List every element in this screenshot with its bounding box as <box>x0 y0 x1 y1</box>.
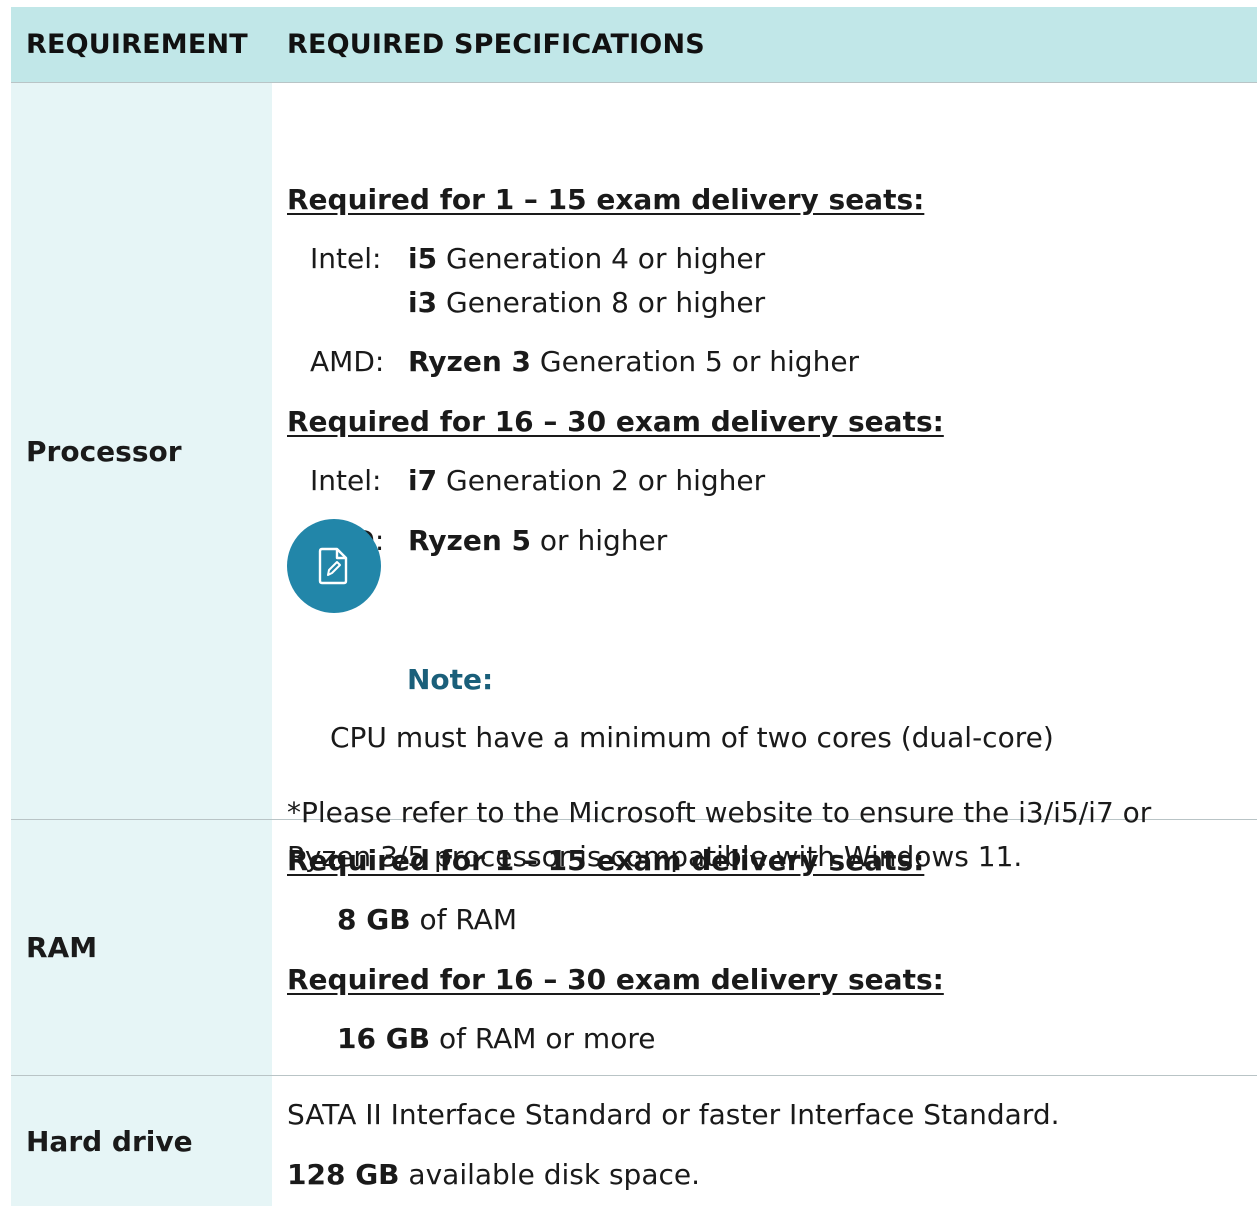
table-row-processor: Processor Required for 1 – 15 exam deliv… <box>11 83 1257 871</box>
processor-intel-i3: i3 Generation 8 or higher <box>408 286 766 319</box>
processor-amd-label: AMD: <box>310 345 385 378</box>
ram-heading-1-15: Required for 1 – 15 exam delivery seats: <box>287 844 925 877</box>
processor-intel-i7: i7 Generation 2 or higher <box>408 464 766 497</box>
table-row-hard-drive: Hard drive SATA II Interface Standard or… <box>11 1076 1257 1206</box>
processor-intel-label: Intel: <box>310 242 382 275</box>
ram-heading-16-30: Required for 16 – 30 exam delivery seats… <box>287 963 944 996</box>
header-required-specifications: REQUIRED SPECIFICATIONS <box>287 29 705 60</box>
document-pen-icon <box>318 547 348 585</box>
hard-drive-space: 128 GB available disk space. <box>287 1158 701 1191</box>
processor-heading-1-15: Required for 1 – 15 exam delivery seats: <box>287 183 925 216</box>
requirements-table: REQUIREMENT REQUIRED SPECIFICATIONS Proc… <box>11 7 1257 1206</box>
hard-drive-specs: SATA II Interface Standard or faster Int… <box>272 1076 1257 1206</box>
processor-specs: Required for 1 – 15 exam delivery seats:… <box>272 83 1257 871</box>
processor-intel-i5: i5 Generation 4 or higher <box>408 242 766 275</box>
requirement-ram: RAM <box>11 820 272 1075</box>
table-header: REQUIREMENT REQUIRED SPECIFICATIONS <box>11 7 1257 83</box>
ram-value-16-30: 16 GB of RAM or more <box>337 1022 656 1055</box>
note-badge <box>287 519 381 613</box>
processor-amd-ryzen3: Ryzen 3 Generation 5 or higher <box>408 345 860 378</box>
note-text: CPU must have a minimum of two cores (du… <box>330 721 1054 754</box>
processor-amd-ryzen5: Ryzen 5 or higher <box>408 524 668 557</box>
note-title: Note: <box>407 663 494 696</box>
table-row-ram: RAM Required for 1 – 15 exam delivery se… <box>11 820 1257 1076</box>
header-requirement: REQUIREMENT <box>26 29 248 60</box>
ram-specs: Required for 1 – 15 exam delivery seats:… <box>272 820 1257 1075</box>
processor-heading-16-30: Required for 16 – 30 exam delivery seats… <box>287 405 944 438</box>
hard-drive-interface: SATA II Interface Standard or faster Int… <box>287 1098 1060 1131</box>
ram-value-1-15: 8 GB of RAM <box>337 903 517 936</box>
processor-intel2-label: Intel: <box>310 464 382 497</box>
requirement-hard-drive: Hard drive <box>11 1076 272 1206</box>
requirement-processor: Processor <box>11 83 272 819</box>
